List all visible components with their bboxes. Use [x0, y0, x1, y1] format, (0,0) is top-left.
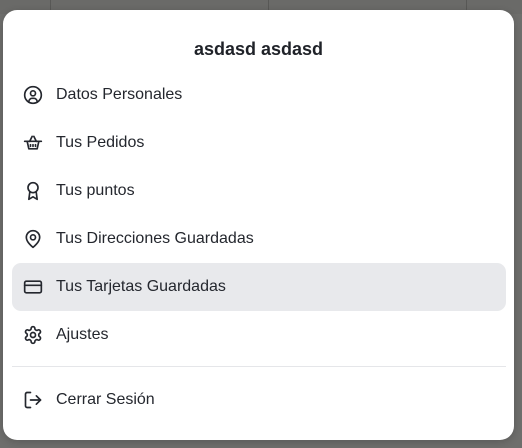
- account-menu-modal: asdasd asdasd Datos Personales Tus Pedid…: [3, 10, 514, 440]
- menu-divider: [12, 366, 506, 367]
- logout-label: Cerrar Sesión: [56, 391, 155, 408]
- menu-item-label: Datos Personales: [56, 86, 183, 103]
- menu-item-tus-pedidos[interactable]: Tus Pedidos: [12, 119, 506, 167]
- user-circle-icon: [23, 85, 43, 105]
- logout-icon: [23, 390, 43, 410]
- menu-item-label: Tus Pedidos: [56, 134, 145, 151]
- menu-item-label: Tus Tarjetas Guardadas: [56, 278, 226, 295]
- menu-item-datos-personales[interactable]: Datos Personales: [12, 71, 506, 119]
- logout-button[interactable]: Cerrar Sesión: [12, 376, 506, 424]
- basket-icon: [23, 133, 43, 153]
- gear-icon: [23, 325, 43, 345]
- menu-item-tus-puntos[interactable]: Tus puntos: [12, 167, 506, 215]
- menu-item-ajustes[interactable]: Ajustes: [12, 311, 506, 359]
- user-name-title: asdasd asdasd: [193, 39, 324, 59]
- award-icon: [23, 181, 43, 201]
- menu-item-tus-tarjetas[interactable]: Tus Tarjetas Guardadas: [12, 263, 506, 311]
- map-pin-icon: [23, 229, 43, 249]
- menu-item-label: Tus puntos: [56, 182, 135, 199]
- menu-item-tus-direcciones[interactable]: Tus Direcciones Guardadas: [12, 215, 506, 263]
- menu-item-label: Ajustes: [56, 326, 109, 343]
- menu-item-label: Tus Direcciones Guardadas: [56, 230, 254, 247]
- credit-card-icon: [23, 277, 43, 297]
